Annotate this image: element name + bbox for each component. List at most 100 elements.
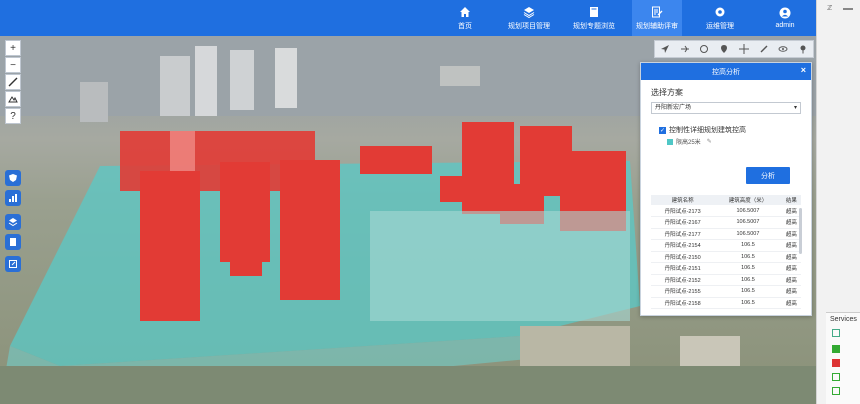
cell-result: 超高 [781,262,801,275]
stop-icon[interactable] [832,359,840,367]
scheme-select-value: 丹阳新宏广场 [655,105,692,111]
cell-name: 丹阳试点-2177 [651,228,715,240]
cell-name: 丹阳试点-2150 [651,251,715,263]
cell-name: 丹阳试点-2167 [651,216,715,229]
services-panel: Services [826,312,860,404]
table-row[interactable]: 丹阳试点-2155 106.5 超高 [651,285,801,298]
map-zoom-toolbar: + − ? [5,40,21,125]
services-label: Services [830,316,857,323]
top-navigation-bar: 首页 规划项目管理 规划专题浏览 规划辅助评审 运维管理 admin [0,0,816,36]
table-row[interactable]: 丹阳试点-2154 106.5 超高 [651,239,801,252]
height-control-analysis-panel: 控高分析 × 选择方案 丹阳新宏广场 ▾ ✓ 控制性详细规划建筑控高 限高25米… [640,62,812,316]
edit-icon[interactable]: ✎ [707,138,712,145]
column-header-result: 结果 [781,195,801,205]
cell-height: 106.5 [714,262,782,275]
map-tools-toolbar [654,40,814,58]
nav-operations[interactable]: 运维管理 [700,0,740,36]
height-control-checkbox[interactable]: ✓ 控制性详细规划建筑控高 [659,125,746,135]
marker-icon[interactable] [797,43,809,55]
table-row[interactable]: 丹阳试点-2158 106.5 超高 [651,297,801,309]
cell-height: 106.5007 [714,216,782,229]
draw-icon[interactable] [758,43,770,55]
run-icon[interactable] [832,345,840,353]
export-icon[interactable] [5,256,21,272]
cell-height: 106.5 [714,285,782,298]
cell-name: 丹阳试点-2154 [651,239,715,252]
nav-operations-label: 运维管理 [706,22,734,30]
legend-swatch [667,138,673,145]
cell-result: 超高 [781,274,801,286]
layers-panel-icon[interactable] [5,214,21,230]
table-row[interactable]: 丹阳试点-2151 106.5 超高 [651,262,801,275]
column-header-name: 建筑名称 [651,195,715,205]
cell-height: 106.5 [714,274,782,286]
layers-icon [523,6,535,18]
review-icon [651,6,663,18]
nav-topic-browse-label: 规划专题浏览 [573,22,615,30]
column-header-height: 建筑高度（米） [714,195,782,205]
cell-height: 106.5 [714,251,782,263]
debug-icon[interactable] [832,373,840,381]
checkbox-label: 控制性详细规划建筑控高 [669,127,746,134]
nav-project-management-label: 规划项目管理 [508,22,550,30]
legend-item: 限高25米 ✎ [667,137,712,146]
panel-header: 控高分析 × [641,63,811,80]
panel-title: 控高分析 [712,68,740,76]
table-scrollbar[interactable] [799,208,802,254]
document-icon[interactable] [5,234,21,250]
table-row[interactable]: 丹阳试点-2167 106.5007 超高 [651,216,801,229]
plane-icon[interactable] [679,43,691,55]
nav-user-admin[interactable]: admin [768,0,802,36]
shield-icon[interactable] [5,170,21,186]
cell-result: 超高 [781,285,801,298]
cell-name: 丹阳试点-2151 [651,262,715,275]
compass-icon[interactable] [738,43,750,55]
terrain-icon[interactable] [5,91,21,107]
home-icon [459,6,471,18]
stats-icon[interactable] [5,190,21,206]
side-strip-marker-icon: ℤ [827,5,833,12]
cell-name: 丹阳试点-2152 [651,274,715,286]
table-header-row: 建筑名称 建筑高度（米） 结果 [651,195,801,205]
zoom-in-button[interactable]: + [5,40,21,56]
checkbox-checked-icon: ✓ [659,126,666,134]
analyze-button[interactable]: 分析 [746,167,790,184]
user-icon [779,7,791,19]
book-icon [588,6,600,18]
terrain-view-icon[interactable] [698,43,710,55]
zoom-out-button[interactable]: − [5,57,21,73]
nav-topic-browse[interactable]: 规划专题浏览 [568,0,620,36]
table-row[interactable]: 丹阳试点-2152 106.5 超高 [651,274,801,286]
cell-height: 106.5 [714,239,782,252]
nav-user-admin-label: admin [775,22,795,29]
deploy-icon[interactable] [832,387,840,395]
table-row[interactable]: 丹阳试点-2177 106.5007 超高 [651,228,801,240]
nav-home-label: 首页 [458,22,472,30]
scheme-select[interactable]: 丹阳新宏广场 ▾ [651,102,801,114]
nav-home[interactable]: 首页 [450,0,480,36]
app-window: 首页 规划项目管理 规划专题浏览 规划辅助评审 运维管理 admin + − ?… [0,0,816,404]
eye-icon[interactable] [777,43,789,55]
minimize-icon[interactable] [843,8,853,10]
cell-height: 106.5007 [714,205,782,217]
nav-review-assist[interactable]: 规划辅助评审 [632,0,682,36]
refresh-icon[interactable] [832,329,840,337]
cell-result: 超高 [781,297,801,309]
ruler-icon[interactable] [5,74,21,90]
pin-icon[interactable] [718,43,730,55]
cell-name: 丹阳试点-2158 [651,297,715,309]
nav-project-management[interactable]: 规划项目管理 [505,0,553,36]
cell-height: 106.5007 [714,228,782,240]
table-row[interactable]: 丹阳试点-2173 106.5007 超高 [651,205,801,217]
result-table: 建筑名称 建筑高度（米） 结果 丹阳试点-2173 106.5007 超高 丹阳试点… [651,195,801,309]
cell-height: 106.5 [714,297,782,309]
cell-name: 丹阳试点-2173 [651,205,715,217]
legend-label: 限高25米 [676,140,701,146]
gear-icon [714,6,726,18]
help-button[interactable]: ? [5,108,21,124]
locate-icon[interactable] [659,43,671,55]
close-button[interactable]: × [801,65,806,75]
nav-review-assist-label: 规划辅助评审 [636,22,678,30]
chevron-down-icon: ▾ [793,105,797,111]
table-row[interactable]: 丹阳试点-2150 106.5 超高 [651,251,801,263]
